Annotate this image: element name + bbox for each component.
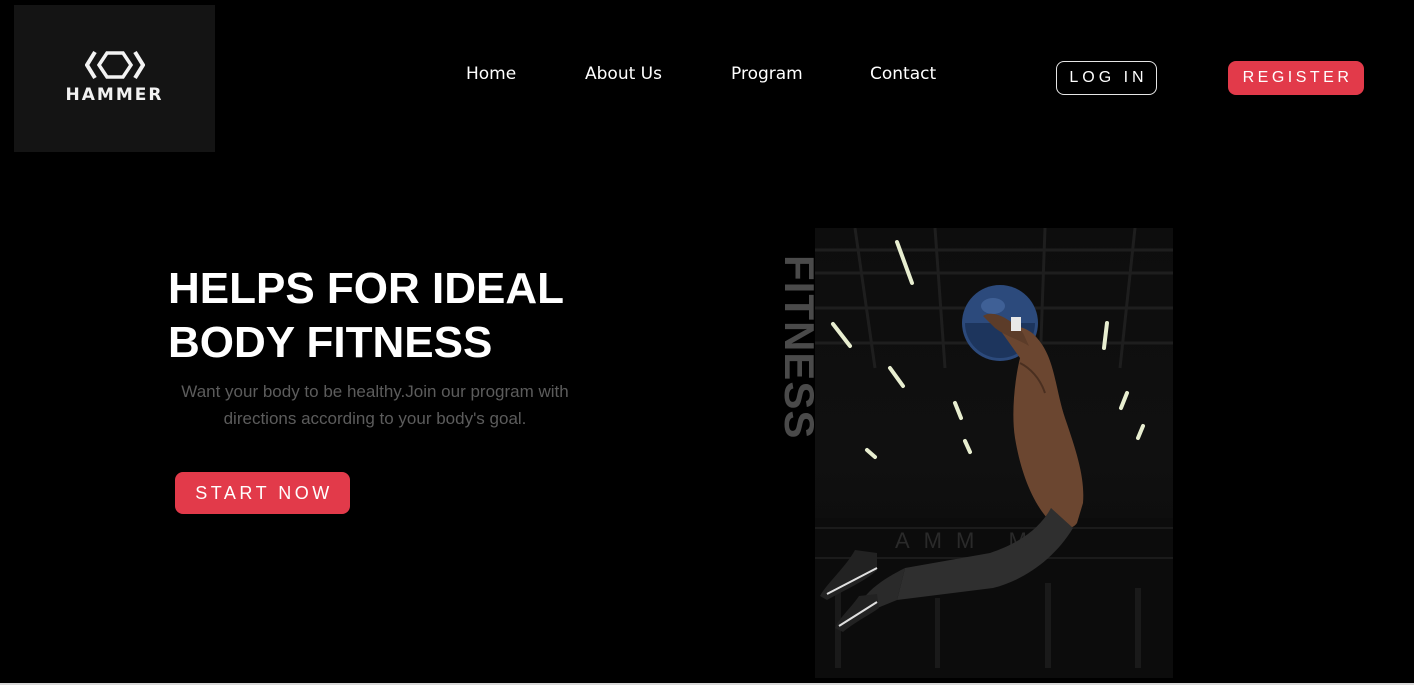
landing-page: HAMMER Home About Us Program Contact LOG…	[0, 0, 1414, 685]
brand-logo[interactable]: HAMMER	[14, 5, 215, 152]
hero-title: HELPS FOR IDEAL BODY FITNESS	[168, 262, 628, 370]
athlete-jumping-image: AMM ME	[815, 228, 1173, 678]
brand-name: HAMMER	[65, 85, 164, 105]
nav-link-about-us[interactable]: About Us	[585, 64, 662, 84]
hero-subtitle: Want your body to be healthy.Join our pr…	[181, 382, 569, 428]
hero-photo: AMM ME	[815, 228, 1173, 678]
login-button[interactable]: LOG IN	[1056, 61, 1157, 95]
register-button[interactable]: REGISTER	[1228, 61, 1364, 95]
start-now-button[interactable]: START NOW	[175, 472, 350, 514]
hexagon-brackets-icon	[84, 50, 145, 80]
hero-title-line-2: BODY FITNESS	[168, 318, 493, 367]
hero-title-line-1: HELPS FOR IDEAL	[168, 264, 565, 313]
nav-link-home[interactable]: Home	[466, 64, 516, 84]
nav-link-program[interactable]: Program	[731, 64, 803, 84]
nav-link-contact[interactable]: Contact	[870, 64, 936, 84]
